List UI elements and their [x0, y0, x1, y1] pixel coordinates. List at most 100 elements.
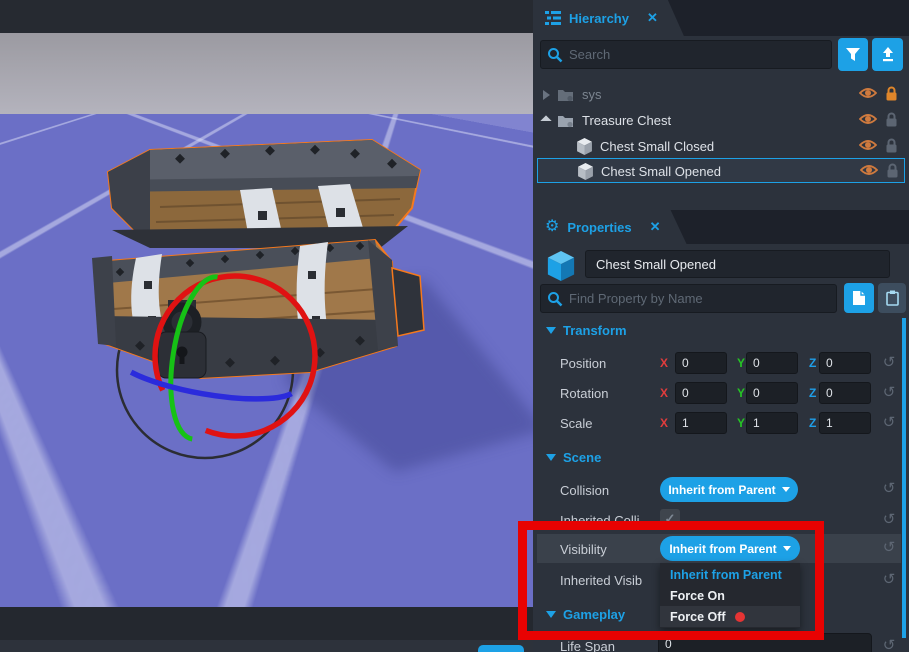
copy-icon	[852, 290, 866, 306]
position-label: Position	[560, 356, 606, 371]
section-gameplay[interactable]: Gameplay	[546, 607, 625, 622]
axis-y-label: Y	[737, 386, 745, 400]
search-icon	[547, 47, 563, 63]
tree-row-chest-small-opened[interactable]: Chest Small Opened	[537, 158, 905, 183]
chevron-down-icon	[546, 454, 556, 461]
viewport-footer-bar	[0, 640, 533, 652]
visibility-dropdown-menu: Inherit from Parent Force On Force Off	[660, 563, 800, 628]
rotation-x-field[interactable]	[675, 382, 727, 404]
paste-icon	[886, 290, 899, 306]
reset-icon[interactable]: ↺	[880, 637, 898, 652]
rotation-z-field[interactable]	[819, 382, 871, 404]
entity-cube-icon	[547, 251, 575, 281]
eye-icon[interactable]	[859, 138, 877, 155]
close-icon[interactable]: ✕	[650, 219, 661, 235]
tree-row-sys[interactable]: sys	[533, 82, 909, 107]
tab-hierarchy[interactable]: Hierarchy ✕	[533, 0, 684, 36]
axis-z-label: Z	[809, 356, 816, 370]
chevron-down-icon	[783, 546, 791, 551]
collision-dropdown-value: Inherit from Parent	[668, 483, 775, 497]
tree-item-label: Chest Small Closed	[600, 139, 714, 154]
inherited-collision-checkbox[interactable]: ✓	[660, 509, 680, 529]
axis-x-label: X	[660, 416, 668, 430]
properties-scrollbar[interactable]	[902, 318, 906, 638]
reset-icon[interactable]: ↺	[880, 571, 898, 589]
scale-x-field[interactable]	[675, 412, 727, 434]
section-scene[interactable]: Scene	[546, 450, 601, 465]
section-transform[interactable]: Transform	[546, 323, 627, 338]
chevron-down-icon	[546, 327, 556, 334]
position-x-field[interactable]	[675, 352, 727, 374]
menu-option-label: Inherit from Parent	[670, 568, 782, 582]
properties-tab-bar: ⚙ Properties ✕	[533, 210, 909, 244]
viewport-bottom-bar	[0, 607, 533, 640]
visibility-label: Visibility	[560, 542, 607, 557]
entity-name-input[interactable]	[585, 250, 890, 278]
tree-item-label: Treasure Chest	[582, 113, 671, 128]
reset-icon[interactable]: ↺	[880, 414, 898, 432]
paste-properties-button[interactable]	[878, 283, 906, 313]
section-title: Scene	[563, 450, 601, 465]
menu-option-label: Force On	[670, 589, 725, 603]
reset-icon[interactable]: ↺	[880, 511, 898, 529]
upload-icon	[880, 47, 896, 62]
eye-icon[interactable]	[860, 163, 878, 180]
position-y-field[interactable]	[746, 352, 798, 374]
scene-canvas[interactable]	[0, 33, 533, 607]
collision-dropdown[interactable]: Inherit from Parent	[660, 477, 798, 502]
life-span-field[interactable]	[658, 633, 872, 652]
reset-icon[interactable]: ↺	[880, 354, 898, 372]
lock-icon[interactable]	[885, 86, 898, 104]
treasure-chest-3d[interactable]	[0, 33, 533, 607]
export-button[interactable]	[872, 38, 903, 71]
tree-row-treasure-chest[interactable]: Treasure Chest	[533, 108, 909, 133]
lock-icon[interactable]	[886, 163, 899, 181]
rotation-y-field[interactable]	[746, 382, 798, 404]
eye-icon[interactable]	[859, 86, 877, 103]
tab-properties[interactable]: ⚙ Properties ✕	[533, 210, 687, 244]
viewport-3d[interactable]	[0, 0, 533, 652]
eye-icon[interactable]	[859, 112, 877, 129]
menu-option-force-on[interactable]: Force On	[660, 585, 800, 606]
hierarchy-tab-bar: Hierarchy ✕	[533, 0, 909, 36]
scale-z-field[interactable]	[819, 412, 871, 434]
reset-icon[interactable]: ↺	[880, 384, 898, 402]
footer-panel-button[interactable]	[478, 645, 524, 652]
tree-row-chest-small-closed[interactable]: Chest Small Closed	[533, 134, 909, 159]
copy-properties-button[interactable]	[844, 283, 874, 313]
menu-option-label: Force Off	[670, 610, 726, 624]
chevron-down-icon	[546, 611, 556, 618]
lock-icon[interactable]	[885, 112, 898, 130]
find-property-input[interactable]	[540, 284, 837, 313]
menu-option-inherit-from-parent[interactable]: Inherit from Parent	[660, 564, 800, 585]
filter-icon	[845, 47, 861, 62]
axis-x-label: X	[660, 356, 668, 370]
reset-icon[interactable]: ↺	[880, 539, 898, 557]
visibility-dropdown-value: Inherit from Parent	[669, 542, 776, 556]
inherited-collision-label: Inherited Colli	[560, 513, 656, 528]
properties-gear-icon: ⚙	[545, 219, 559, 235]
tab-properties-label: Properties	[567, 220, 631, 235]
axis-x-label: X	[660, 386, 668, 400]
tree-item-label: Chest Small Opened	[601, 164, 721, 179]
chevron-right-icon[interactable]	[543, 90, 550, 100]
position-z-field[interactable]	[819, 352, 871, 374]
hierarchy-search-input[interactable]	[540, 40, 832, 69]
cube-icon	[577, 138, 592, 155]
menu-option-force-off[interactable]: Force Off	[660, 606, 800, 627]
editor-window: Hierarchy ✕ sys	[0, 0, 909, 652]
reset-icon[interactable]: ↺	[880, 480, 898, 498]
lock-icon[interactable]	[885, 138, 898, 156]
axis-z-label: Z	[809, 416, 816, 430]
rotation-label: Rotation	[560, 386, 608, 401]
section-title: Transform	[563, 323, 627, 338]
chest-lid[interactable]	[108, 140, 420, 248]
close-icon[interactable]: ✕	[647, 10, 658, 26]
axis-y-label: Y	[737, 416, 745, 430]
scale-y-field[interactable]	[746, 412, 798, 434]
chevron-expanded-icon[interactable]	[540, 115, 551, 126]
hierarchy-icon	[545, 10, 561, 26]
filter-button[interactable]	[838, 38, 868, 71]
visibility-dropdown[interactable]: Inherit from Parent	[660, 536, 800, 561]
axis-z-label: Z	[809, 386, 816, 400]
